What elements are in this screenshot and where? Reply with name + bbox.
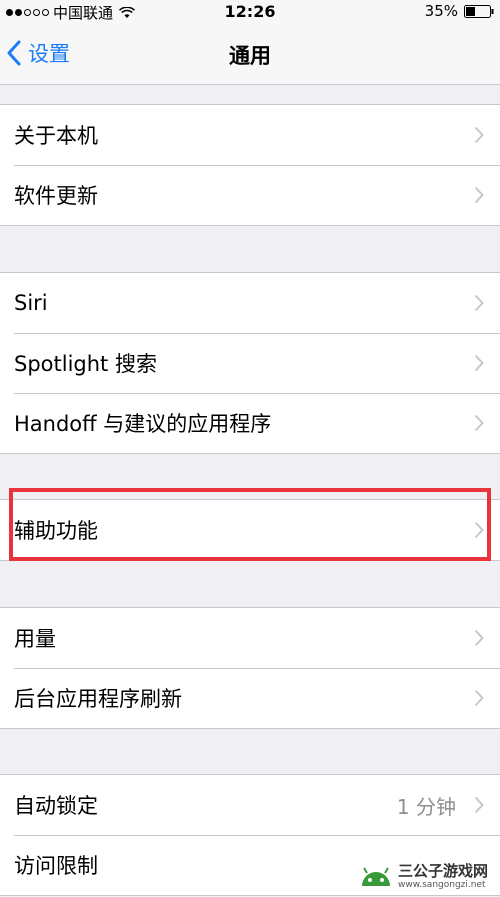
row-label: 自动锁定 <box>14 794 98 818</box>
watermark-text: 三公子游戏网 www.sangongzi.net <box>398 864 488 890</box>
chevron-right-icon <box>474 294 484 312</box>
row-spotlight[interactable]: Spotlight 搜索 <box>0 333 500 393</box>
chevron-right-icon <box>474 521 484 539</box>
watermark: 三公子游戏网 www.sangongzi.net <box>358 859 498 895</box>
settings-group-siri: Siri Spotlight 搜索 Handoff 与建议的应用程序 <box>0 272 500 454</box>
battery-icon <box>464 4 494 18</box>
row-auto-lock[interactable]: 自动锁定 1 分钟 <box>0 775 500 835</box>
row-label: 关于本机 <box>14 124 98 148</box>
row-label: Siri <box>14 291 48 315</box>
row-label: 访问限制 <box>14 854 98 878</box>
row-siri[interactable]: Siri <box>0 273 500 333</box>
android-logo-icon <box>362 867 390 886</box>
navigation-bar: 设置 通用 <box>0 24 500 85</box>
row-label: Handoff 与建议的应用程序 <box>14 412 272 436</box>
row-accessibility[interactable]: 辅助功能 <box>0 500 500 560</box>
row-background-refresh[interactable]: 后台应用程序刷新 <box>0 668 500 728</box>
watermark-url: www.sangongzi.net <box>398 880 486 890</box>
settings-group-accessibility: 辅助功能 <box>0 499 500 561</box>
chevron-right-icon <box>474 186 484 204</box>
chevron-right-icon <box>474 689 484 707</box>
row-handoff[interactable]: Handoff 与建议的应用程序 <box>0 393 500 453</box>
page-title: 通用 <box>229 44 271 68</box>
row-usage[interactable]: 用量 <box>0 608 500 668</box>
row-label: 后台应用程序刷新 <box>14 687 182 711</box>
chevron-right-icon <box>474 629 484 647</box>
row-label: 用量 <box>14 627 56 651</box>
settings-group-about: 关于本机 软件更新 <box>0 104 500 226</box>
settings-group-usage: 用量 后台应用程序刷新 <box>0 607 500 729</box>
status-right: 35% <box>425 2 494 20</box>
row-label: 辅助功能 <box>14 519 98 543</box>
battery-percent: 35% <box>424 2 458 20</box>
row-value: 1 分钟 <box>396 794 456 819</box>
row-label: Spotlight 搜索 <box>14 352 157 376</box>
row-software-update[interactable]: 软件更新 <box>0 165 500 225</box>
chevron-right-icon <box>474 126 484 144</box>
row-about[interactable]: 关于本机 <box>0 105 500 165</box>
status-bar: 中国联通 12:26 35% <box>0 0 500 24</box>
row-label: 软件更新 <box>14 184 98 208</box>
chevron-right-icon <box>474 354 484 372</box>
chevron-right-icon <box>474 796 484 814</box>
chevron-right-icon <box>474 414 484 432</box>
watermark-title: 三公子游戏网 <box>398 862 489 880</box>
